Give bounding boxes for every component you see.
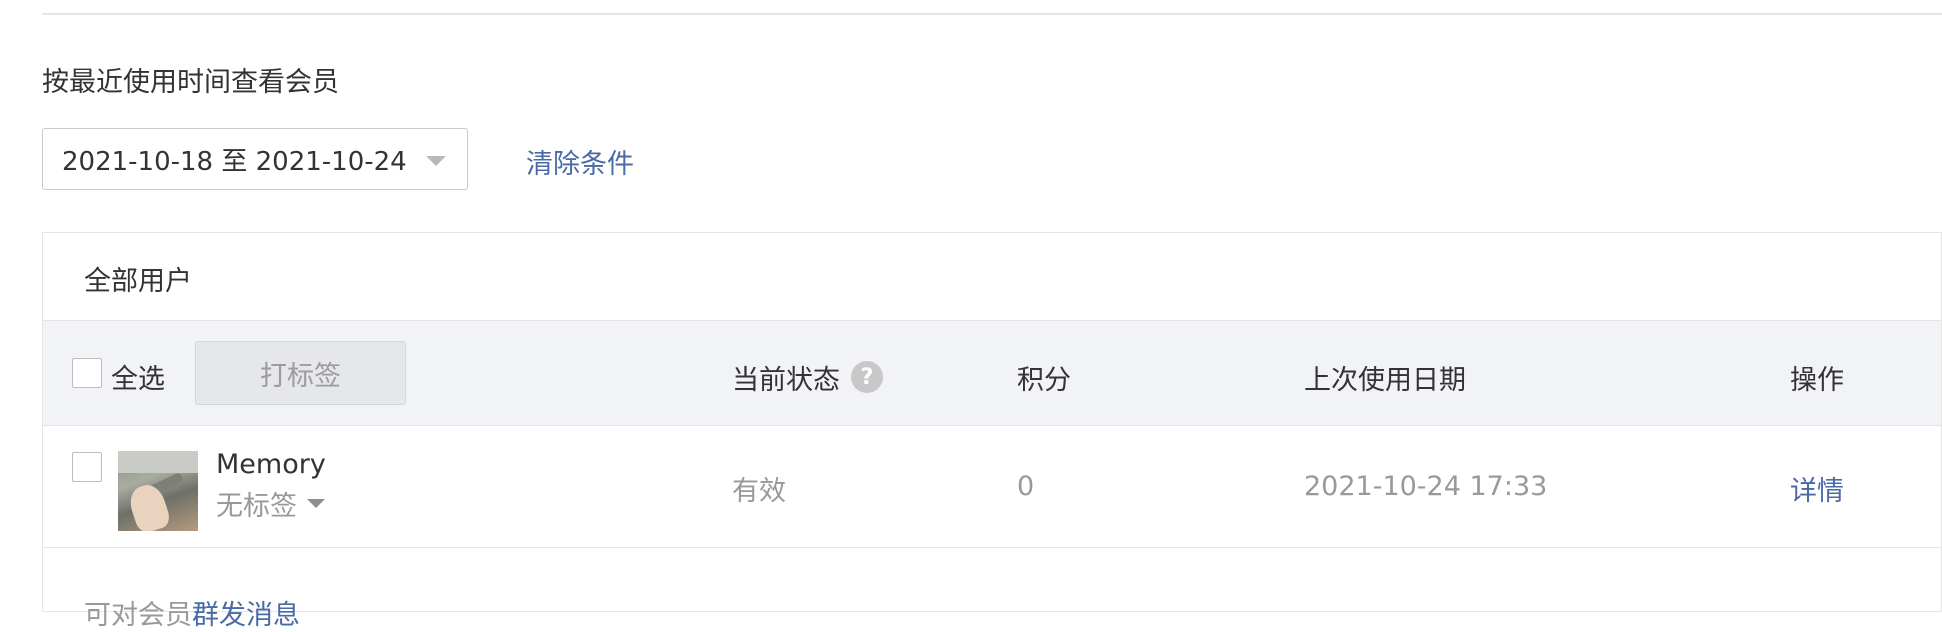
avatar <box>118 451 198 531</box>
member-tag-label: 无标签 <box>216 491 297 522</box>
mass-message-link[interactable]: 群发消息 <box>192 600 300 631</box>
date-range-value: 2021-10-18 至 2021-10-24 <box>62 146 407 177</box>
chevron-down-icon <box>307 499 325 508</box>
detail-link[interactable]: 详情 <box>1790 469 1844 508</box>
filter-label: 按最近使用时间查看会员 <box>42 67 339 98</box>
member-panel: 全部用户 全选 打标签 当前状态 ? 积分 上次使用日期 操作 Memory 无… <box>42 232 1942 631</box>
select-all-checkbox[interactable] <box>72 358 102 388</box>
row-checkbox[interactable] <box>72 452 102 482</box>
top-divider <box>42 13 1942 15</box>
member-last-used: 2021-10-24 17:33 <box>1304 471 1548 502</box>
member-name: Memory <box>216 449 326 480</box>
member-points: 0 <box>1017 471 1035 502</box>
column-header-points: 积分 <box>1017 365 1071 396</box>
table-row: Memory 无标签 有效 0 2021-10-24 17:33 详情 <box>43 426 1941 548</box>
footer-note: 可对会员群发消息 <box>84 593 300 632</box>
table-header: 全选 打标签 当前状态 ? 积分 上次使用日期 操作 <box>43 320 1941 426</box>
tag-button[interactable]: 打标签 <box>195 341 406 405</box>
chevron-down-icon <box>426 156 446 166</box>
panel-title: 全部用户 <box>84 266 192 297</box>
footer-prefix: 可对会员 <box>84 600 192 631</box>
column-header-actions: 操作 <box>1790 365 1844 396</box>
date-range-picker[interactable]: 2021-10-18 至 2021-10-24 <box>42 128 468 190</box>
column-header-status: 当前状态 <box>732 365 840 396</box>
help-icon[interactable]: ? <box>851 361 883 393</box>
column-header-last-used: 上次使用日期 <box>1304 365 1466 396</box>
clear-filter-link[interactable]: 清除条件 <box>526 142 634 181</box>
select-all-label[interactable]: 全选 <box>111 357 165 396</box>
member-tag-dropdown[interactable]: 无标签 <box>216 484 325 523</box>
member-status: 有效 <box>732 476 786 507</box>
